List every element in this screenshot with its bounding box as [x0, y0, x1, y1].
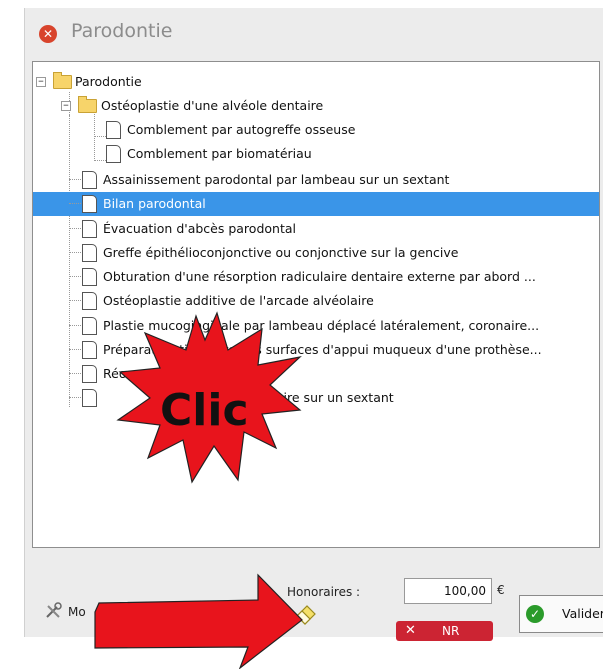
- document-icon: [82, 220, 97, 238]
- tree-leaf[interactable]: Obturation d'une résorption radiculaire …: [33, 265, 599, 289]
- validate-label: Valider: [562, 606, 603, 621]
- tree-line: [69, 300, 81, 301]
- title-bar: ✕ Parodontie: [25, 8, 603, 54]
- document-icon: [82, 341, 97, 359]
- validate-button[interactable]: ✓ Valider: [519, 595, 603, 633]
- tree-leaf[interactable]: Plastie mucogingivale par lambeau déplac…: [33, 314, 599, 338]
- nr-button[interactable]: ✕ NR: [396, 621, 493, 641]
- honoraires-amount-input[interactable]: 100,00: [404, 578, 492, 604]
- collapse-icon[interactable]: −: [36, 77, 46, 87]
- procedure-tree[interactable]: − Parodontie − Ostéoplastie d'une alvéol…: [32, 61, 600, 548]
- tree-leaf[interactable]: Assainissement parodontal par lambeau su…: [33, 168, 599, 192]
- document-icon: [82, 389, 97, 407]
- nr-label: NR: [442, 624, 460, 638]
- modify-label[interactable]: Mo: [68, 605, 86, 619]
- tree-leaf[interactable]: Comblement par autogreffe osseuse: [33, 118, 599, 142]
- currency-label: €: [497, 583, 505, 597]
- check-icon: ✓: [526, 605, 544, 623]
- tree-leaf[interactable]: Réo: [33, 362, 599, 386]
- tree-leaf-label: Greffe épithélioconjonctive ou conjoncti…: [103, 245, 459, 260]
- tree-line: [69, 276, 81, 277]
- document-icon: [82, 365, 97, 383]
- close-icon: ✕: [405, 623, 416, 638]
- tree-leaf[interactable]: Greffe épithélioconjonctive ou conjoncti…: [33, 241, 599, 265]
- window-title: Parodontie: [71, 20, 173, 42]
- document-icon: [106, 145, 121, 163]
- tree-leaf-label: Évacuation d'abcès parodontal: [103, 221, 296, 236]
- folder-open-icon: [78, 96, 97, 113]
- tree-node-root[interactable]: − Parodontie: [33, 70, 599, 94]
- tree-line: [69, 179, 81, 180]
- document-icon: [82, 195, 97, 213]
- tree-line: [69, 325, 81, 326]
- collapse-icon[interactable]: −: [61, 101, 71, 111]
- document-icon: [82, 171, 97, 189]
- tree-line: [69, 373, 81, 374]
- tree-line: [69, 397, 81, 398]
- tree-line: [69, 228, 81, 229]
- tree-node-label: Parodontie: [75, 74, 142, 89]
- tree-leaf[interactable]: Évacuation d'abcès parodontal: [33, 217, 599, 241]
- clic-label: Clic: [160, 385, 249, 436]
- document-icon: [82, 317, 97, 335]
- tree-leaf[interactable]: Préparation tissulaire des surfaces d'ap…: [33, 338, 599, 362]
- tree-leaf-label: Comblement par autogreffe osseuse: [127, 122, 356, 137]
- tree-leaf-label: Plastie mucogingivale par lambeau déplac…: [103, 318, 540, 333]
- tree-leaf-label: Comblement par biomatériau: [127, 146, 312, 161]
- tree-leaf-selected[interactable]: Bilan parodontal: [33, 192, 599, 216]
- document-icon: [82, 268, 97, 286]
- tree-leaf[interactable]: taire sur un sextant: [33, 386, 599, 410]
- tree-leaf[interactable]: Ostéoplastie additive de l'arcade alvéol…: [33, 289, 599, 313]
- folder-open-icon: [53, 72, 72, 89]
- tree-leaf-label: Bilan parodontal: [103, 196, 206, 211]
- tree-line: [69, 252, 81, 253]
- document-icon: [82, 292, 97, 310]
- tree-line: [69, 349, 81, 350]
- document-icon: [106, 121, 121, 139]
- tree-leaf[interactable]: Comblement par biomatériau: [33, 142, 599, 166]
- document-icon: [82, 244, 97, 262]
- tree-node-group[interactable]: − Ostéoplastie d'une alvéole dentaire: [33, 94, 599, 118]
- tree-line: [69, 203, 81, 204]
- tools-icon[interactable]: [44, 602, 62, 620]
- tree-node-label: Ostéoplastie d'une alvéole dentaire: [101, 98, 324, 113]
- honoraires-label: Honoraires :: [287, 585, 361, 599]
- tree-leaf-label: Ostéoplastie additive de l'arcade alvéol…: [103, 293, 374, 308]
- tree-leaf-label: Assainissement parodontal par lambeau su…: [103, 172, 450, 187]
- tree-leaf-label: Obturation d'une résorption radiculaire …: [103, 269, 536, 284]
- parodontie-window: ✕ Parodontie − Parodontie − Ostéoplastie…: [24, 8, 603, 641]
- close-icon[interactable]: ✕: [39, 25, 57, 43]
